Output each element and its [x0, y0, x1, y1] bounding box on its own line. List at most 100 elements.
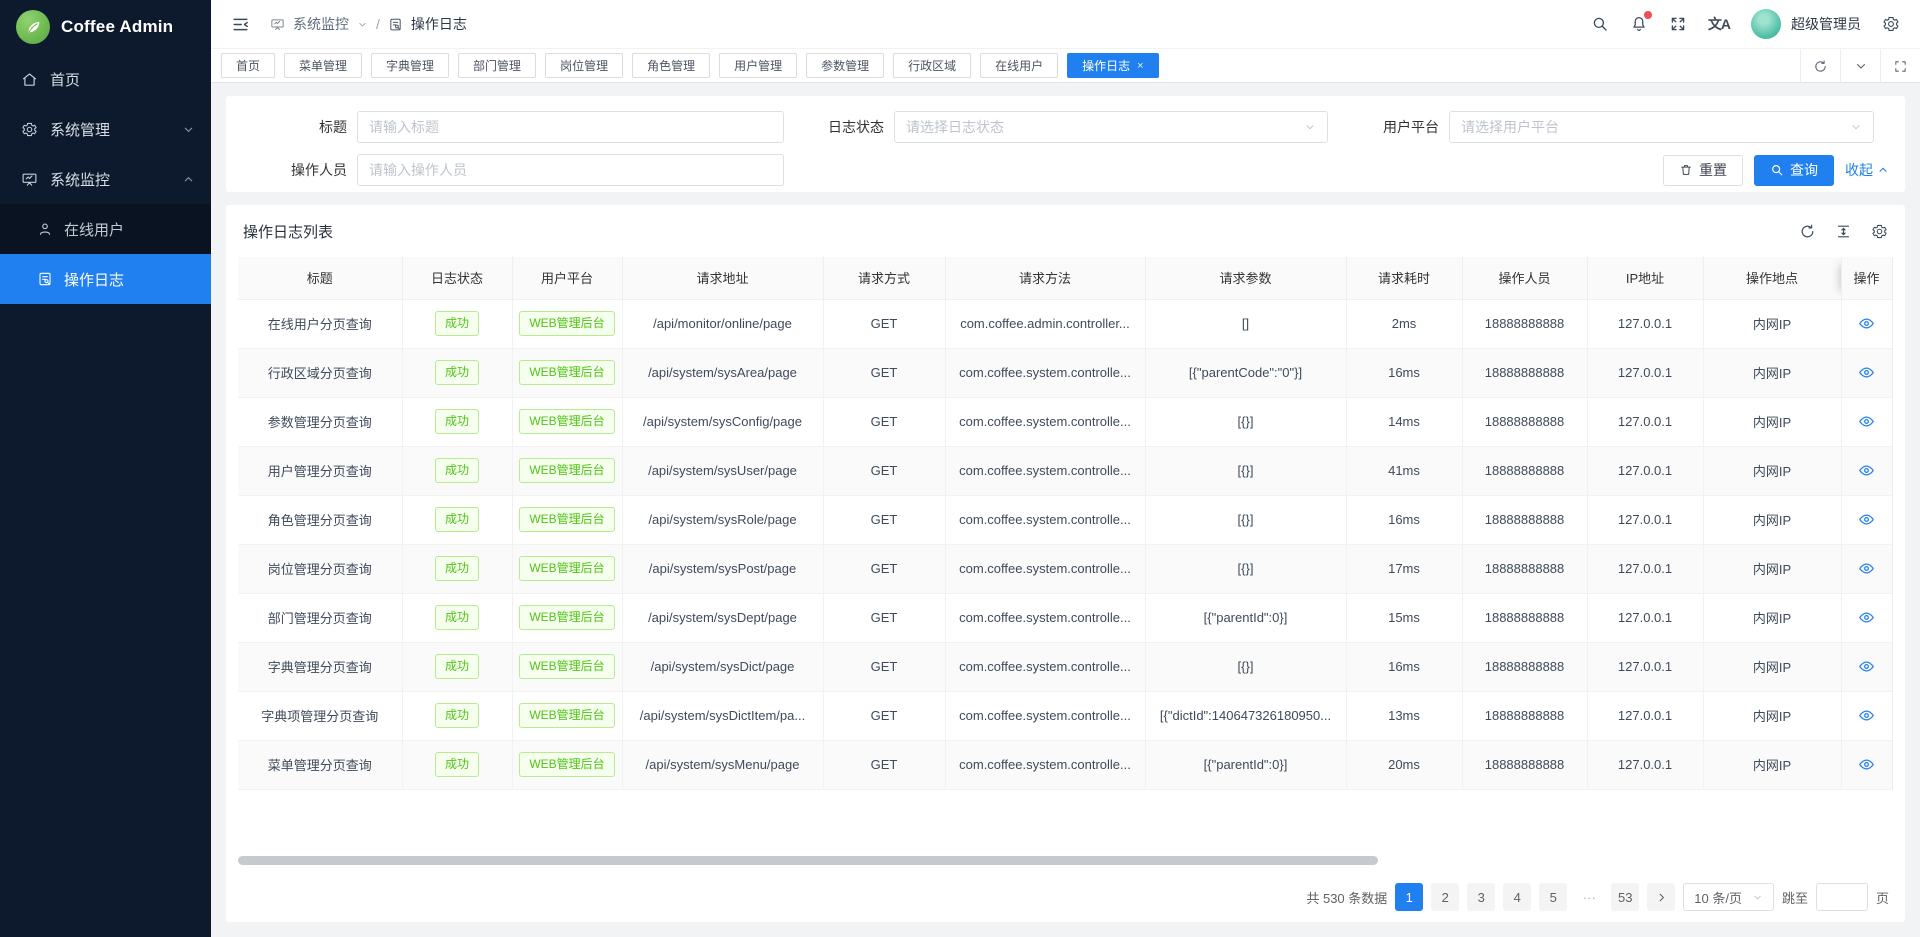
cell-request-url: /api/system/sysDictItem/pa... — [622, 691, 823, 740]
app-logo[interactable]: Coffee Admin — [0, 0, 211, 54]
user-name[interactable]: 超级管理员 — [1791, 14, 1861, 34]
gear-icon[interactable] — [1882, 15, 1900, 33]
tab-item[interactable]: 岗位管理 — [545, 53, 623, 78]
tab-item[interactable]: 角色管理 — [632, 53, 710, 78]
horizontal-scrollbar-thumb[interactable] — [238, 856, 1378, 865]
page-button[interactable]: 5 — [1539, 883, 1567, 911]
leaf-logo-icon — [16, 10, 50, 44]
view-detail-button[interactable] — [1858, 511, 1875, 528]
chevron-up-icon — [1877, 164, 1889, 176]
page-button[interactable]: 4 — [1503, 883, 1531, 911]
platform-badge: WEB管理后台 — [519, 703, 614, 727]
page-button[interactable]: 2 — [1431, 883, 1459, 911]
cell-location: 内网IP — [1703, 740, 1841, 789]
maximize-content-button[interactable] — [1880, 49, 1920, 83]
page-button[interactable]: 3 — [1467, 883, 1495, 911]
title-filter-input[interactable] — [357, 111, 784, 143]
refresh-table-button[interactable] — [1799, 223, 1816, 240]
main-area: 系统监控 / 操作日志 文A 超级管理员 首页菜单管理字典管理部门管理岗位管理角… — [211, 0, 1920, 922]
tab-label: 菜单管理 — [299, 57, 347, 74]
chevron-down-icon[interactable] — [357, 19, 368, 30]
cell-params: [{"parentId":0}] — [1145, 593, 1346, 642]
table-row: 用户管理分页查询 成功 WEB管理后台 /api/system/sysUser/… — [238, 446, 1892, 495]
tab-item[interactable]: 菜单管理 — [284, 53, 362, 78]
page-button[interactable]: 53 — [1611, 883, 1639, 911]
search-button[interactable]: 查询 — [1754, 155, 1834, 186]
reset-button[interactable]: 重置 — [1663, 155, 1743, 186]
fullscreen-icon[interactable] — [1669, 15, 1687, 33]
cell-ip: 127.0.0.1 — [1587, 593, 1703, 642]
table-row: 部门管理分页查询 成功 WEB管理后台 /api/system/sysDept/… — [238, 593, 1892, 642]
tab-item[interactable]: 字典管理 — [371, 53, 449, 78]
chevron-down-icon — [1854, 59, 1868, 73]
view-detail-button[interactable] — [1858, 413, 1875, 430]
page-size-select[interactable]: 10 条/页 — [1683, 883, 1774, 911]
operator-filter-input[interactable] — [357, 154, 784, 186]
cell-params: [] — [1145, 299, 1346, 348]
search-icon[interactable] — [1591, 15, 1609, 33]
cell-duration: 20ms — [1346, 740, 1462, 789]
status-filter-select[interactable]: 请选择日志状态 — [894, 111, 1328, 143]
translate-icon[interactable]: 文A — [1708, 14, 1730, 34]
sidebar-item-online-users[interactable]: 在线用户 — [0, 204, 211, 254]
cell-handler: com.coffee.system.controlle... — [945, 397, 1145, 446]
view-detail-button[interactable] — [1858, 756, 1875, 773]
cell-location: 内网IP — [1703, 397, 1841, 446]
sidebar-item-system-management[interactable]: 系统管理 — [0, 104, 211, 154]
cell-location: 内网IP — [1703, 495, 1841, 544]
menu-fold-icon[interactable] — [231, 15, 250, 34]
cell-request-url: /api/system/sysArea/page — [622, 348, 823, 397]
table-row: 字典管理分页查询 成功 WEB管理后台 /api/system/sysDict/… — [238, 642, 1892, 691]
cell-duration: 16ms — [1346, 495, 1462, 544]
page-jump-input[interactable] — [1816, 883, 1868, 911]
filter-panel: 标题 日志状态 请选择日志状态 用户平台 请选择用户平台 — [226, 96, 1905, 192]
view-detail-button[interactable] — [1858, 560, 1875, 577]
tab-close-icon[interactable]: × — [1137, 60, 1143, 72]
breadcrumb-item[interactable]: 系统监控 — [293, 14, 349, 34]
tab-item[interactable]: 操作日志× — [1067, 53, 1158, 78]
tab-item[interactable]: 参数管理 — [806, 53, 884, 78]
next-page-button[interactable] — [1647, 883, 1675, 911]
chevron-right-icon — [1655, 891, 1668, 904]
column-settings-button[interactable] — [1871, 223, 1888, 240]
view-detail-button[interactable] — [1858, 707, 1875, 724]
page-ellipsis: ··· — [1575, 883, 1603, 911]
maximize-icon — [1893, 59, 1908, 74]
cell-duration: 15ms — [1346, 593, 1462, 642]
tab-item[interactable]: 行政区域 — [893, 53, 971, 78]
tab-item[interactable]: 用户管理 — [719, 53, 797, 78]
cell-operator: 18888888888 — [1462, 642, 1587, 691]
notifications-button[interactable] — [1630, 15, 1648, 33]
eye-icon — [1858, 413, 1875, 430]
eye-icon — [1858, 560, 1875, 577]
column-header: 请求方式 — [823, 257, 945, 299]
collapse-filters-link[interactable]: 收起 — [1845, 160, 1889, 180]
avatar[interactable] — [1751, 9, 1781, 39]
platform-filter-select[interactable]: 请选择用户平台 — [1449, 111, 1874, 143]
sidebar-item-system-monitor[interactable]: 系统监控 — [0, 154, 211, 204]
cell-ip: 127.0.0.1 — [1587, 446, 1703, 495]
tab-options-button[interactable] — [1840, 49, 1880, 83]
sidebar-item-home[interactable]: 首页 — [0, 54, 211, 104]
view-detail-button[interactable] — [1858, 658, 1875, 675]
status-filter-label: 日志状态 — [784, 117, 884, 137]
column-header: 请求耗时 — [1346, 257, 1462, 299]
view-detail-button[interactable] — [1858, 462, 1875, 479]
status-badge: 成功 — [435, 409, 479, 433]
table-body: 在线用户分页查询 成功 WEB管理后台 /api/monitor/online/… — [238, 299, 1892, 789]
tab-item[interactable]: 首页 — [221, 53, 275, 78]
status-badge: 成功 — [435, 752, 479, 776]
view-detail-button[interactable] — [1858, 609, 1875, 626]
page-button[interactable]: 1 — [1395, 883, 1423, 911]
operator-filter-label: 操作人员 — [242, 160, 347, 180]
cell-duration: 2ms — [1346, 299, 1462, 348]
sidebar-item-operation-log[interactable]: 操作日志 — [0, 254, 211, 304]
view-detail-button[interactable] — [1858, 315, 1875, 332]
tab-item[interactable]: 部门管理 — [458, 53, 536, 78]
tab-item[interactable]: 在线用户 — [980, 53, 1058, 78]
cell-handler: com.coffee.system.controlle... — [945, 642, 1145, 691]
refresh-tab-button[interactable] — [1800, 49, 1840, 83]
density-button[interactable] — [1835, 223, 1852, 240]
chevron-down-icon — [1752, 892, 1763, 903]
view-detail-button[interactable] — [1858, 364, 1875, 381]
